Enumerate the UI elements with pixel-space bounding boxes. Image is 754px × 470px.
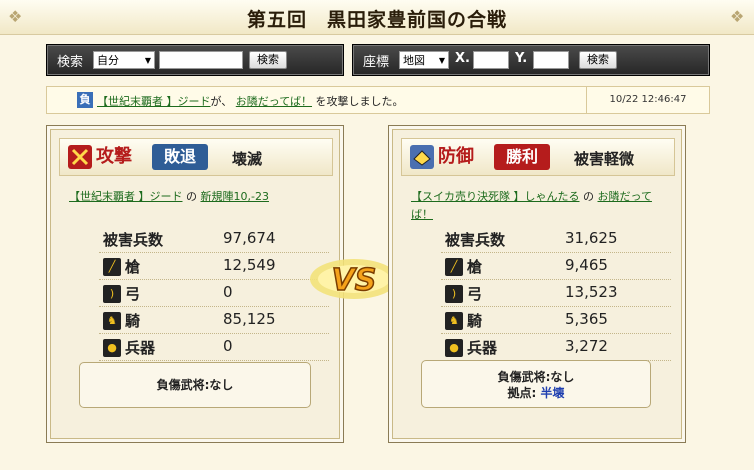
base-status-line: 拠点: 半壊	[422, 385, 650, 401]
stat-value: 31,625	[565, 229, 618, 247]
stats-header-row: 被害兵数 97,674	[99, 226, 329, 253]
defense-header: 防御 勝利 被害軽微	[401, 138, 675, 176]
stats-row: ) 弓 0	[99, 280, 329, 307]
base-status-label: 拠点:	[507, 386, 537, 400]
defense-injured-box: 負傷武将:なし 拠点: 半壊	[421, 360, 651, 408]
stat-value: 0	[223, 283, 233, 301]
siege-icon: ●	[103, 339, 121, 357]
stat-name: 騎	[125, 312, 141, 330]
attack-result-badge: 敗退	[152, 144, 208, 170]
unit-line-text: の	[583, 190, 594, 203]
attack-damage-status: 壊滅	[232, 150, 263, 168]
stats-row: ╱ 槍 9,465	[441, 253, 671, 280]
vs-text: VS	[332, 263, 377, 298]
page-title: 第五回 黒田家豊前国の合戦	[246, 9, 507, 31]
stats-row: ♞ 騎 85,125	[99, 307, 329, 334]
stat-name: 兵器	[467, 339, 498, 357]
stat-value: 5,365	[565, 310, 608, 328]
stat-value: 13,523	[565, 283, 618, 301]
attack-panel: 攻撃 敗退 壊滅 【世紀末覇者 】ジード の 新規陣10,-23 被害兵数 97…	[46, 125, 344, 443]
attack-alliance-link[interactable]: 【世紀末覇者 】	[69, 190, 150, 203]
search-button[interactable]: 検索	[249, 51, 287, 69]
defeat-badge: 負	[77, 92, 93, 108]
horse-icon: ♞	[103, 312, 121, 330]
stat-name: 弓	[467, 285, 483, 303]
attack-injured-box: 負傷武将:なし	[79, 362, 311, 408]
defense-injured-text: 負傷武将:なし	[497, 370, 575, 384]
search-input[interactable]	[159, 51, 243, 69]
stats-row: ● 兵器 0	[99, 334, 329, 361]
bow-icon: )	[445, 285, 463, 303]
defense-player-link[interactable]: しゃんたる	[525, 190, 580, 203]
stat-name: 騎	[467, 312, 483, 330]
stat-value: 0	[223, 337, 233, 355]
stats-row: ● 兵器 3,272	[441, 334, 671, 361]
coordinate-label: 座標	[363, 55, 390, 70]
defense-stats: 被害兵数 31,625 ╱ 槍 9,465 ) 弓 13,523 ♞ 騎 5,3…	[441, 226, 671, 361]
stats-row: ♞ 騎 5,365	[441, 307, 671, 334]
attack-stats: 被害兵数 97,674 ╱ 槍 12,549 ) 弓 0 ♞ 騎 85,125 …	[99, 226, 329, 361]
stat-name: 弓	[125, 285, 141, 303]
attack-location-link[interactable]: 新規陣10,-23	[201, 190, 269, 203]
log-text-part: が、	[210, 95, 233, 108]
search-bar: 検索 自分 ▼ 検索	[46, 44, 344, 76]
defense-result-badge: 勝利	[494, 144, 550, 170]
stats-header-row: 被害兵数 31,625	[441, 226, 671, 253]
attack-icon	[68, 145, 92, 169]
stat-name: 被害兵数	[445, 231, 506, 249]
stat-name: 槍	[125, 258, 141, 276]
stat-name: 兵器	[125, 339, 156, 357]
attack-label: 攻撃	[96, 146, 132, 167]
siege-icon: ●	[445, 339, 463, 357]
attack-player-link[interactable]: ジード	[150, 190, 183, 203]
chevron-down-icon: ▼	[144, 56, 151, 65]
stat-value: 85,125	[223, 310, 276, 328]
defense-label: 防御	[438, 146, 474, 167]
coordinate-search-button[interactable]: 検索	[579, 51, 617, 69]
bow-icon: )	[103, 285, 121, 303]
defense-unit-line: 【スイカ売り決死隊 】しゃんたる の お隣だってば！	[411, 188, 667, 224]
stats-row: ╱ 槍 12,549	[99, 253, 329, 280]
spear-icon: ╱	[103, 258, 121, 276]
attack-header: 攻撃 敗退 壊滅	[59, 138, 333, 176]
search-target-value: 自分	[97, 54, 119, 67]
x-coordinate-input[interactable]	[473, 51, 509, 69]
y-coordinate-input[interactable]	[533, 51, 569, 69]
battle-timestamp: 10/22 12:46:47	[586, 87, 709, 113]
spear-icon: ╱	[445, 258, 463, 276]
horse-icon: ♞	[445, 312, 463, 330]
target-link[interactable]: お隣だってば！	[236, 95, 312, 108]
stat-name: 槍	[467, 258, 483, 276]
x-label: X.	[455, 51, 470, 66]
battle-log-text: 【世紀末覇者 】ジードが、 お隣だってば！ を攻撃しました。	[97, 93, 404, 109]
stat-value: 97,674	[223, 229, 276, 247]
chevron-down-icon: ▼	[438, 56, 445, 65]
base-status-value: 半壊	[540, 386, 565, 400]
battle-log-row: 負 【世紀末覇者 】ジードが、 お隣だってば！ を攻撃しました。 10/22 1…	[46, 86, 710, 114]
search-target-select[interactable]: 自分 ▼	[93, 51, 155, 69]
defense-icon	[410, 145, 434, 169]
attack-unit-line: 【世紀末覇者 】ジード の 新規陣10,-23	[69, 188, 325, 206]
y-label: Y.	[515, 51, 528, 66]
defense-panel: 防御 勝利 被害軽微 【スイカ売り決死隊 】しゃんたる の お隣だってば！ 被害…	[388, 125, 686, 443]
alliance-link[interactable]: 【世紀末覇者 】	[97, 95, 178, 108]
map-select-value: 地図	[403, 54, 425, 67]
player-link[interactable]: ジード	[178, 95, 211, 108]
defense-alliance-link[interactable]: 【スイカ売り決死隊 】	[411, 190, 525, 203]
defense-damage-status: 被害軽微	[574, 150, 635, 168]
coordinate-bar: 座標 地図 ▼ X. Y. 検索	[352, 44, 710, 76]
stat-value: 12,549	[223, 256, 276, 274]
stats-row: ) 弓 13,523	[441, 280, 671, 307]
stat-value: 9,465	[565, 256, 608, 274]
stat-value: 3,272	[565, 337, 608, 355]
search-label: 検索	[57, 55, 84, 70]
title-bar: ❖ 第五回 黒田家豊前国の合戦 ❖	[0, 0, 754, 35]
stat-name: 被害兵数	[103, 231, 164, 249]
corner-ornament-icon: ❖	[730, 7, 745, 26]
unit-line-text: の	[186, 190, 197, 203]
log-text-part: を攻撃しました。	[315, 95, 404, 108]
map-select[interactable]: 地図 ▼	[399, 51, 449, 69]
